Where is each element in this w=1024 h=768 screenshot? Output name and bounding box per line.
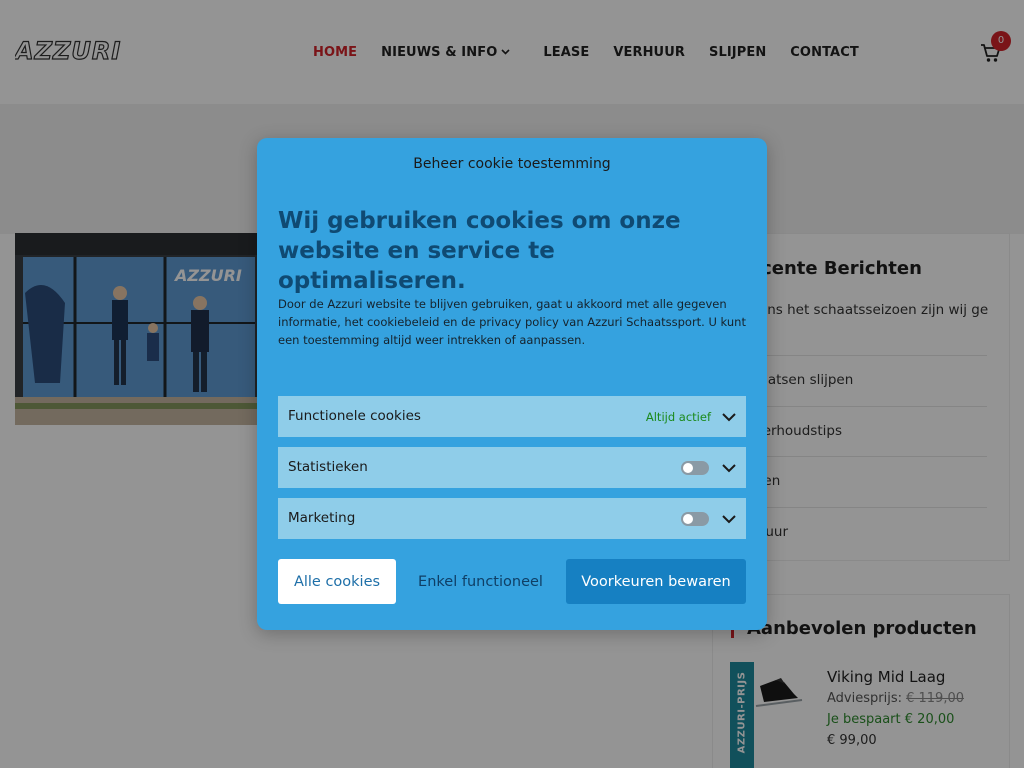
accordion-label: Functionele cookies <box>288 408 421 424</box>
save-preferences-button[interactable]: Voorkeuren bewaren <box>566 559 746 604</box>
accept-all-button[interactable]: Alle cookies <box>278 559 396 604</box>
marketing-accordion[interactable]: Marketing <box>278 498 746 539</box>
chevron-down-icon[interactable] <box>721 460 737 476</box>
toggle-knob <box>683 463 693 473</box>
functional-cookies-accordion[interactable]: Functionele cookies Altijd actief <box>278 396 746 437</box>
chevron-down-icon[interactable] <box>721 409 737 425</box>
always-active-status: Altijd actief <box>645 410 711 424</box>
functional-only-button[interactable]: Enkel functioneel <box>405 559 556 604</box>
statistics-accordion[interactable]: Statistieken <box>278 447 746 488</box>
accordion-label: Statistieken <box>288 459 368 475</box>
modal-body-text: Door de Azzuri website te blijven gebrui… <box>278 297 746 347</box>
marketing-toggle[interactable] <box>681 512 709 526</box>
modal-title: Beheer cookie toestemming <box>413 156 611 172</box>
modal-headline: Wij gebruiken cookies om onze website en… <box>278 208 681 294</box>
statistics-toggle[interactable] <box>681 461 709 475</box>
chevron-down-icon[interactable] <box>721 511 737 527</box>
toggle-knob <box>683 514 693 524</box>
cookie-consent-modal: Beheer cookie toestemming Wij gebruiken … <box>257 138 767 630</box>
accordion-label: Marketing <box>288 510 356 526</box>
